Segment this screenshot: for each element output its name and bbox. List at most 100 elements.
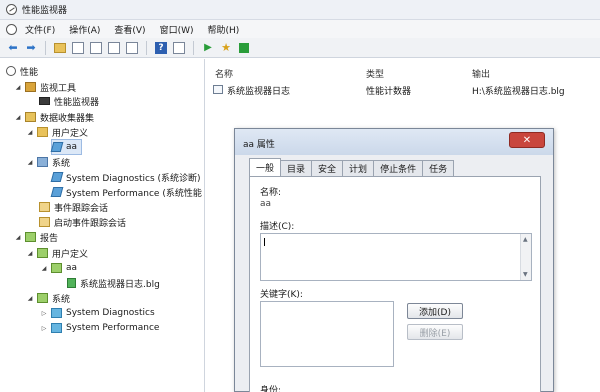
collapse-icon[interactable]: ◢ bbox=[14, 114, 22, 121]
back-arrow-icon[interactable]: ⬅ bbox=[6, 41, 20, 55]
report-folder-icon bbox=[51, 308, 62, 318]
dialog-title: aa 属性 bbox=[243, 140, 275, 150]
refresh-icon[interactable] bbox=[108, 41, 120, 54]
show-hide-action-pane-icon[interactable] bbox=[173, 41, 185, 54]
menu-bar: 文件(F) 操作(A) 查看(V) 窗口(W) 帮助(H) bbox=[0, 20, 600, 38]
show-hide-console-tree-icon[interactable] bbox=[72, 41, 84, 54]
tree-item-report-system-performance[interactable]: ▷ System Performance bbox=[40, 321, 159, 335]
tree-item-report-system[interactable]: ◢ 系统 bbox=[26, 291, 70, 305]
tree-item-event-trace-sessions[interactable]: 事件跟踪会话 bbox=[39, 200, 108, 214]
tree-item-report-user-defined[interactable]: ◢ 用户定义 bbox=[26, 246, 88, 260]
menu-help[interactable]: 帮助(H) bbox=[208, 23, 240, 36]
performance-counter-icon bbox=[213, 85, 223, 94]
delete-keyword-button[interactable]: 删除(E) bbox=[407, 324, 463, 340]
event-trace-icon bbox=[39, 217, 50, 227]
list-item-output: H:\系统监视器日志.blg bbox=[472, 87, 565, 97]
tree-item-reports[interactable]: ◢ 报告 bbox=[14, 230, 58, 244]
collapse-icon[interactable]: ◢ bbox=[14, 234, 22, 241]
reports-icon bbox=[25, 232, 36, 242]
collapse-icon[interactable]: ◢ bbox=[26, 159, 34, 166]
tab-stop-condition[interactable]: 停止条件 bbox=[373, 160, 424, 176]
list-item-name: 系统监视器日志 bbox=[227, 87, 291, 97]
tree-item-report-file[interactable]: 系统监视器日志.blg bbox=[67, 276, 160, 290]
tree-item-system[interactable]: ◢ 系统 bbox=[26, 155, 70, 169]
tree-item-system-diagnostics[interactable]: System Diagnostics (系统诊断) bbox=[50, 170, 201, 184]
scroll-down-icon[interactable]: ▼ bbox=[523, 271, 528, 278]
text-caret bbox=[264, 238, 265, 246]
close-button[interactable]: ✕ bbox=[509, 132, 545, 148]
help-icon[interactable]: ? bbox=[155, 41, 167, 54]
keywords-label: 关键字(K): bbox=[260, 290, 303, 300]
tree-item-data-collector-sets[interactable]: ◢ 数据收集器集 bbox=[14, 110, 94, 124]
toolbar-separator bbox=[193, 40, 194, 55]
new-data-collector-set-icon[interactable]: ★ bbox=[219, 41, 233, 55]
column-header-output[interactable]: 输出 bbox=[472, 67, 490, 80]
tree-item-startup-event-trace-sessions[interactable]: 启动事件跟踪会话 bbox=[39, 215, 126, 229]
collapse-icon[interactable]: ◢ bbox=[26, 250, 34, 257]
collapse-icon[interactable]: ◢ bbox=[14, 84, 22, 91]
tab-security[interactable]: 安全 bbox=[311, 160, 344, 176]
system-menu-icon[interactable] bbox=[6, 23, 17, 35]
list-header: 名称 类型 输出 bbox=[206, 65, 600, 81]
tree-item-monitoring-tools[interactable]: ◢ 监视工具 bbox=[14, 80, 76, 94]
report-folder-icon bbox=[37, 293, 48, 303]
general-tab-panel: 名称: aa 描述(C): ▲ ▼ 关键字(K): 添加(D) 删除(E) 身份… bbox=[249, 176, 541, 392]
up-folder-icon[interactable] bbox=[54, 42, 66, 53]
menu-file[interactable]: 文件(F) bbox=[25, 23, 55, 36]
export-list-icon[interactable] bbox=[126, 41, 138, 54]
monitoring-tools-icon bbox=[25, 82, 36, 92]
description-label: 描述(C): bbox=[260, 222, 295, 232]
column-header-type[interactable]: 类型 bbox=[366, 67, 384, 80]
properties-dialog: aa 属性 ✕ 一般 目录 安全 计划 停止条件 任务 名称: aa 描述(C)… bbox=[234, 128, 554, 392]
tree-item-report-aa[interactable]: ◢ aa bbox=[40, 261, 77, 275]
description-field[interactable]: ▲ ▼ bbox=[260, 233, 532, 281]
tree-item-system-performance[interactable]: System Performance (系统性能 bbox=[50, 185, 202, 199]
report-folder-icon bbox=[51, 323, 62, 333]
list-item[interactable]: 系统监视器日志 性能计数器 H:\系统监视器日志.blg bbox=[206, 83, 600, 97]
performance-monitor-chart-icon bbox=[39, 97, 50, 105]
dialog-title-bar[interactable]: aa 属性 ✕ bbox=[235, 129, 553, 155]
keywords-list[interactable] bbox=[260, 301, 394, 367]
start-icon[interactable]: ▶ bbox=[201, 41, 215, 55]
performance-icon bbox=[6, 66, 16, 76]
tab-schedule[interactable]: 计划 bbox=[342, 160, 375, 176]
collapse-icon[interactable]: ◢ bbox=[40, 265, 48, 272]
tree-item-report-system-diagnostics[interactable]: ▷ System Diagnostics bbox=[40, 306, 155, 320]
collapse-icon[interactable]: ◢ bbox=[26, 295, 34, 302]
identity-label: 身份: bbox=[260, 386, 282, 392]
tab-task[interactable]: 任务 bbox=[422, 160, 455, 176]
tree-item-performance-monitor[interactable]: 性能监视器 bbox=[39, 94, 99, 108]
name-value: aa bbox=[260, 199, 272, 209]
menu-action[interactable]: 操作(A) bbox=[69, 23, 100, 36]
description-scrollbar[interactable]: ▲ ▼ bbox=[520, 234, 531, 280]
forward-arrow-icon[interactable]: ➡ bbox=[24, 41, 38, 55]
data-collector-sets-icon bbox=[25, 112, 36, 122]
tree-item-user-defined[interactable]: ◢ 用户定义 bbox=[26, 125, 88, 139]
performance-monitor-icon bbox=[6, 4, 17, 15]
tab-directory[interactable]: 目录 bbox=[280, 160, 313, 176]
tree-item-performance[interactable]: 性能 bbox=[6, 64, 38, 78]
tree-item-aa[interactable]: aa bbox=[50, 139, 83, 155]
expand-icon[interactable]: ▷ bbox=[40, 325, 48, 332]
name-label: 名称: bbox=[260, 188, 282, 198]
toolbar-separator bbox=[45, 40, 46, 55]
menu-view[interactable]: 查看(V) bbox=[114, 23, 145, 36]
tab-general[interactable]: 一般 bbox=[249, 158, 282, 176]
toolbar: ⬅ ➡ ? ▶ ★ bbox=[0, 38, 600, 58]
menu-window[interactable]: 窗口(W) bbox=[160, 23, 194, 36]
properties-icon[interactable] bbox=[90, 41, 102, 54]
expand-icon[interactable]: ▷ bbox=[40, 310, 48, 317]
report-folder-icon bbox=[37, 248, 48, 258]
add-keyword-button[interactable]: 添加(D) bbox=[407, 303, 463, 319]
window-title-bar: 性能监视器 bbox=[0, 0, 600, 20]
column-header-name[interactable]: 名称 bbox=[215, 67, 233, 80]
scroll-up-icon[interactable]: ▲ bbox=[523, 236, 528, 243]
report-folder-icon bbox=[51, 263, 62, 273]
data-collector-set-icon bbox=[50, 142, 64, 152]
collapse-icon[interactable]: ◢ bbox=[26, 129, 34, 136]
window-title: 性能监视器 bbox=[22, 6, 68, 16]
list-item-type: 性能计数器 bbox=[366, 87, 412, 97]
system-folder-icon bbox=[37, 157, 48, 167]
console-tree: 性能 ◢ 监视工具 性能监视器 ◢ 数据收集器集 ◢ 用户定义 aa ◢ 系统 … bbox=[0, 59, 205, 392]
stop-icon[interactable] bbox=[239, 42, 249, 53]
